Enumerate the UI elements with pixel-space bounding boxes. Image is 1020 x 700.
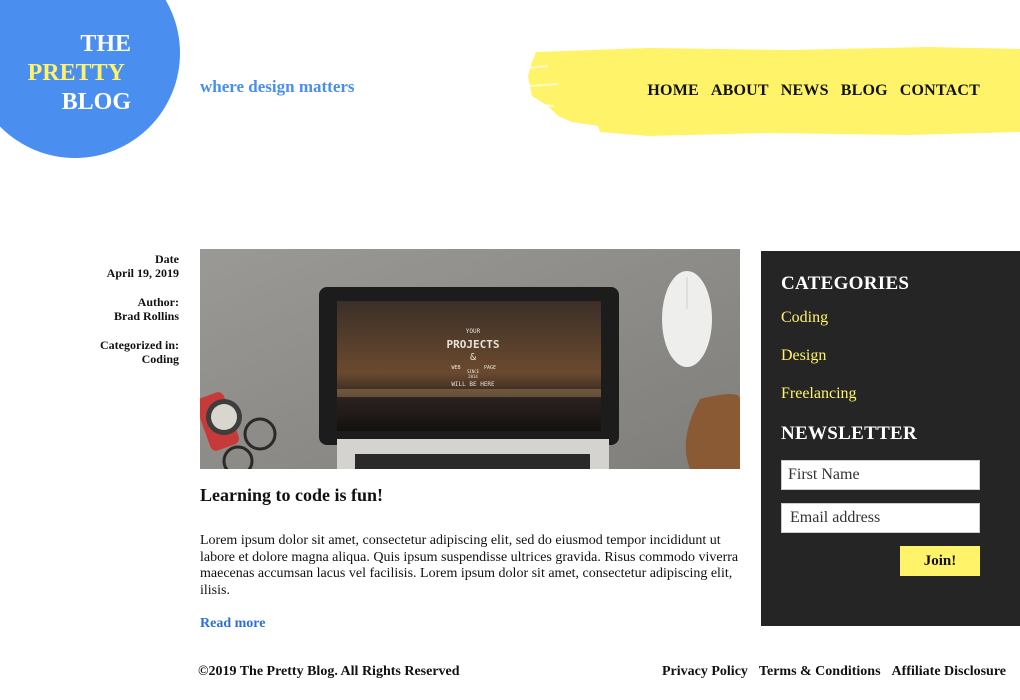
- logo-line-blog: BLOG: [61, 89, 131, 115]
- nav-home[interactable]: HOME: [647, 82, 698, 100]
- date-value: April 19, 2019: [106, 266, 179, 280]
- main-nav: HOME ABOUT NEWS BLOG CONTACT: [647, 82, 980, 100]
- sidebar: CATEGORIES Coding Design Freelancing NEW…: [761, 251, 1020, 626]
- email-input[interactable]: [781, 503, 980, 533]
- category-value: Coding: [141, 352, 179, 366]
- privacy-policy-link[interactable]: Privacy Policy: [662, 664, 748, 680]
- post-title[interactable]: Learning to code is fun!: [200, 485, 383, 506]
- author-value: Brad Rollins: [113, 309, 179, 323]
- read-more-link[interactable]: Read more: [200, 616, 265, 632]
- screen-line-projects: PROJECTS: [447, 338, 500, 351]
- screen-line-here: WILL BE HERE: [451, 381, 495, 388]
- logo-line-the: THE: [80, 31, 131, 57]
- join-button[interactable]: Join!: [900, 546, 980, 576]
- categories-list: Coding Design Freelancing: [781, 309, 1000, 404]
- affiliate-disclosure-link[interactable]: Affiliate Disclosure: [892, 664, 1006, 680]
- screen-line-amp: &: [470, 352, 476, 363]
- copyright: ©2019 The Pretty Blog. All Rights Reserv…: [198, 664, 460, 679]
- screen-line-web: WEB: [451, 365, 460, 371]
- category-coding[interactable]: Coding: [781, 309, 1000, 328]
- terms-link[interactable]: Terms & Conditions: [759, 664, 881, 680]
- post-image[interactable]: YOUR PROJECTS & WEB PAGE SINCE 2014 WILL…: [200, 249, 740, 469]
- category-freelancing[interactable]: Freelancing: [781, 385, 1000, 404]
- post-body: Lorem ipsum dolor sit amet, consectetur …: [200, 533, 739, 598]
- logo[interactable]: THE PRETTY BLOG: [0, 30, 131, 117]
- nav-contact[interactable]: CONTACT: [900, 82, 980, 100]
- laptop-illustration: YOUR PROJECTS & WEB PAGE SINCE 2014 WILL…: [200, 249, 740, 469]
- author-label: Author:: [137, 295, 179, 309]
- categories-title: CATEGORIES: [781, 273, 910, 294]
- first-name-input[interactable]: [781, 460, 980, 490]
- category-label: Categorized in:: [100, 338, 179, 352]
- screen-line-year: 2014: [468, 374, 478, 379]
- post-meta: Date April 19, 2019 Author: Brad Rollins…: [60, 252, 179, 381]
- nav-news[interactable]: NEWS: [781, 82, 829, 100]
- tagline: where design matters: [200, 77, 355, 96]
- screen-line-your: YOUR: [466, 328, 481, 335]
- logo-line-pretty: PRETTY: [27, 60, 125, 86]
- newsletter-title: NEWSLETTER: [781, 423, 918, 444]
- nav-blog[interactable]: BLOG: [841, 82, 888, 100]
- nav-about[interactable]: ABOUT: [711, 82, 769, 100]
- date-label: Date: [155, 252, 179, 266]
- footer-links: Privacy Policy Terms & Conditions Affili…: [662, 664, 1006, 680]
- screen-line-page: PAGE: [484, 365, 496, 371]
- category-design[interactable]: Design: [781, 347, 1000, 366]
